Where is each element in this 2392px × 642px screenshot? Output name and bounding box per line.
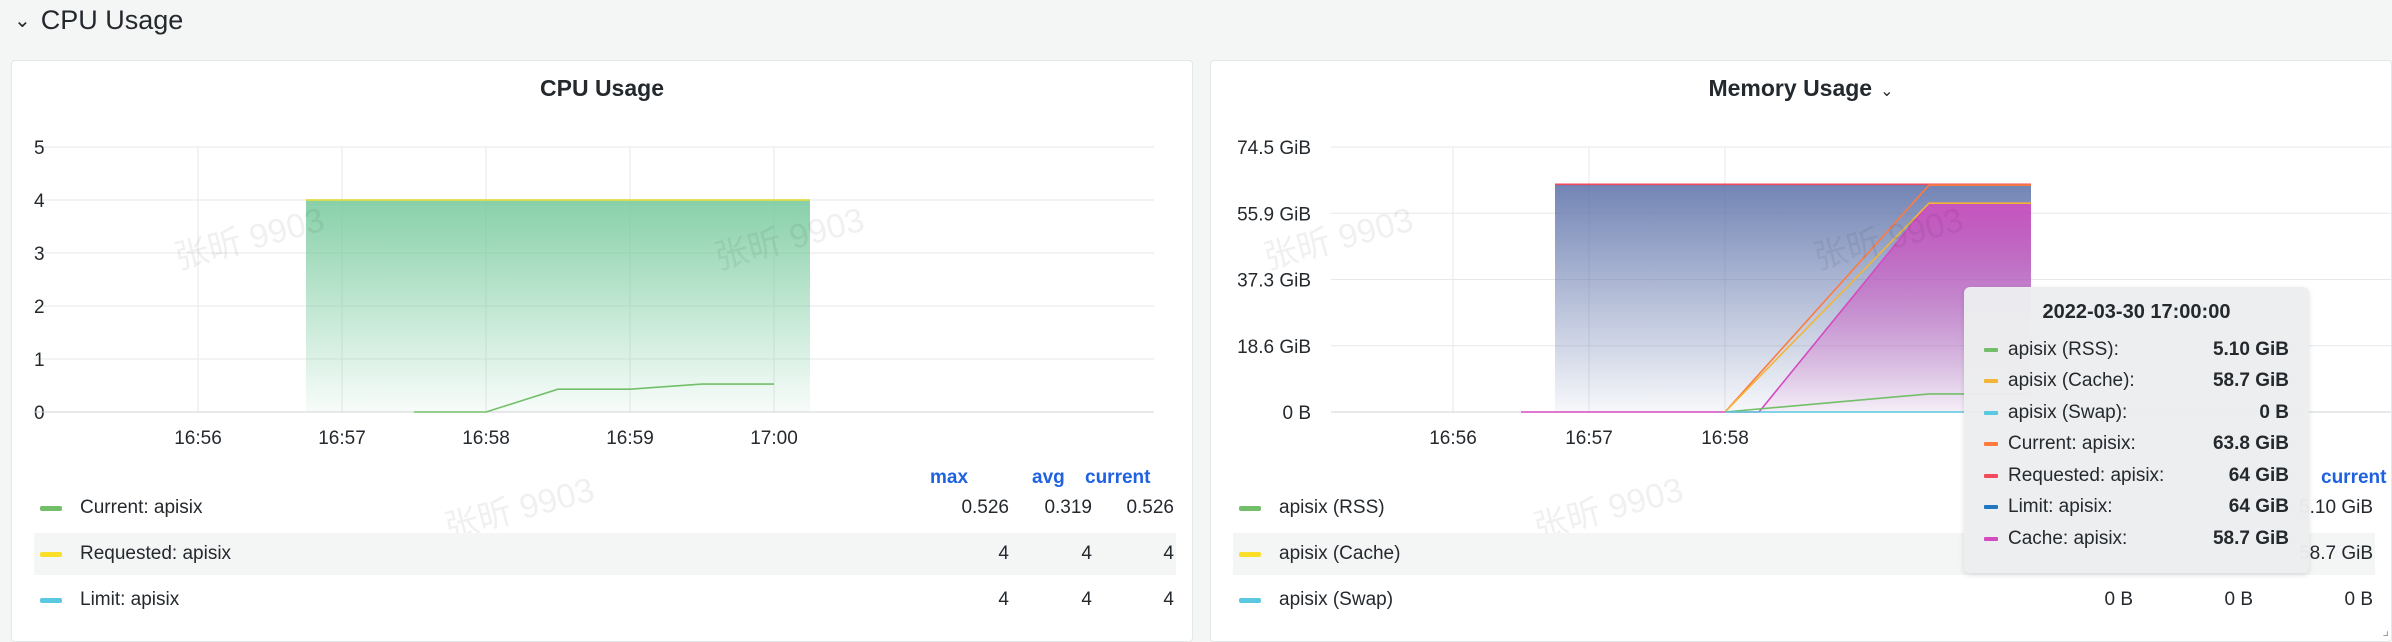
resize-handle[interactable]: ⌟ [2382,622,2389,639]
tooltip-row: Limit: apisix: 64 GiB [1984,492,2289,524]
x-tick-label: 16:56 [174,428,222,449]
tooltip-swatch [1984,379,1998,384]
cpu-usage-chart[interactable]: 0 1 2 3 4 5 16:56 16:57 16:58 16:59 17:00 [12,61,1193,461]
legend-swatch [1239,505,1261,511]
tooltip-label: apisix (RSS): [2008,338,2119,360]
legend-current-value: 0 B [2344,589,2373,610]
y-tick-label: 3 [34,244,45,265]
legend-item[interactable]: Requested: apisix 4 4 4 [34,533,1176,575]
tooltip-row: apisix (RSS): 5.10 GiB [1984,334,2289,366]
legend-swatch [1239,597,1261,603]
x-tick-label: 16:57 [318,428,366,449]
tooltip-row: Requested: apisix: 64 GiB [1984,460,2289,492]
legend-current-value: 4 [1163,543,1174,564]
tooltip-swatch [1984,347,1998,352]
y-tick-label: 0 [34,403,45,424]
x-tick-label: 16:56 [1429,428,1477,449]
tooltip-swatch [1984,505,1998,510]
legend-swatch [1239,551,1261,557]
legend-swatch [40,505,62,511]
legend-item[interactable]: Limit: apisix 4 4 4 [34,579,1176,621]
legend-label: apisix (RSS) [1279,497,1385,518]
y-tick-label: 18.6 GiB [1237,337,1311,358]
y-tick-label: 5 [34,138,45,159]
tooltip-value: 58.7 GiB [2212,527,2289,549]
tooltip-label: apisix (Cache): [2008,370,2135,392]
legend-swatch [40,597,62,603]
legend-avg-value: 4 [1081,543,1092,564]
graph-tooltip: 2022-03-30 17:00:00 apisix (RSS): 5.10 Gi… [1964,287,2309,573]
tooltip-swatch [1984,536,1998,541]
legend-label: Requested: apisix [80,543,232,564]
legend-avg-value: 0 B [2224,589,2253,610]
legend-current-value: 4 [1163,589,1174,610]
legend-item[interactable]: apisix (Swap) 0 B 0 B 0 B [1233,579,2375,621]
legend-label: Current: apisix [80,497,203,518]
y-tick-label: 55.9 GiB [1237,204,1311,225]
tooltip-label: Limit: apisix: [2008,496,2113,518]
tooltip-row: Cache: apisix: 58.7 GiB [1984,523,2289,555]
tooltip-value: 64 GiB [2228,464,2289,486]
legend-header-max[interactable]: max [930,467,968,489]
tooltip-swatch [1984,410,1998,415]
x-tick-label: 17:00 [750,428,798,449]
y-tick-label: 4 [34,191,45,212]
tooltip-row: apisix (Cache): 58.7 GiB [1984,366,2289,398]
legend-max-value: 0 B [2104,589,2133,610]
row-header[interactable]: ⌄ CPU Usage [14,2,183,38]
tooltip-row: Current: apisix: 63.8 GiB [1984,429,2289,461]
tooltip-value: 0 B [2259,401,2289,423]
x-tick-label: 16:57 [1565,428,1613,449]
chevron-down-icon[interactable]: ⌄ [14,8,31,33]
legend-label: Limit: apisix [80,589,180,610]
tooltip-value: 63.8 GiB [2212,433,2289,455]
legend-max-value: 0.526 [961,497,1009,518]
tooltip-value: 58.7 GiB [2212,370,2289,392]
x-tick-label: 16:58 [462,428,510,449]
legend-header-current[interactable]: current [1085,467,1150,489]
series-area [306,200,810,412]
legend-max-value: 4 [998,543,1009,564]
legend-avg-value: 0.319 [1044,497,1092,518]
tooltip-value: 64 GiB [2228,496,2289,518]
legend-header-avg[interactable]: avg [1032,467,1065,489]
legend-header-current[interactable]: current [2321,467,2386,489]
y-tick-label: 74.5 GiB [1237,138,1311,159]
y-tick-label: 37.3 GiB [1237,271,1311,292]
y-tick-label: 1 [34,350,45,371]
legend-label: apisix (Swap) [1279,589,1394,610]
tooltip-swatch [1984,442,1998,447]
legend-item[interactable]: Current: apisix 0.526 0.319 0.526 [34,487,1176,529]
legend-current-value: 0.526 [1126,497,1174,518]
legend-swatch [40,551,62,557]
y-tick-label: 2 [34,297,45,318]
tooltip-row: apisix (Swap): 0 B [1984,397,2289,429]
tooltip-label: Cache: apisix: [2008,527,2128,549]
tooltip-title: 2022-03-30 17:00:00 [2042,301,2231,323]
legend-avg-value: 4 [1081,589,1092,610]
legend-max-value: 4 [998,589,1009,610]
x-tick-label: 16:59 [606,428,654,449]
cpu-usage-panel: CPU Usage 0 1 2 3 4 5 16:56 16:57 16:58 16:59 17:0… [11,60,1193,642]
row-title: CPU Usage [40,4,184,35]
x-tick-label: 16:58 [1701,428,1749,449]
tooltip-label: Current: apisix: [2008,433,2136,455]
tooltip-swatch [1984,473,1998,478]
tooltip-value: 5.10 GiB [2212,338,2289,360]
y-tick-label: 0 B [1282,403,1311,424]
tooltip-label: apisix (Swap): [2008,401,2128,423]
tooltip-label: Requested: apisix: [2008,464,2165,486]
legend-label: apisix (Cache) [1279,543,1401,564]
